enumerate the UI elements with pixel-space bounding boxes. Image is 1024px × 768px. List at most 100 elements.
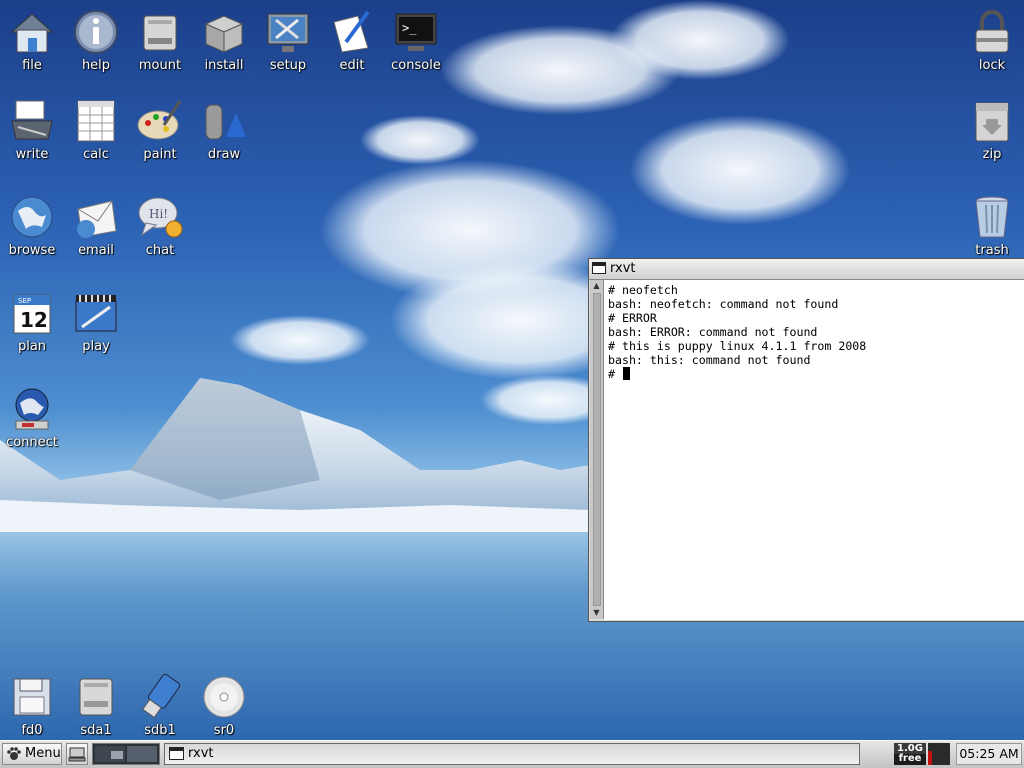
terminal-prompt: #	[608, 367, 622, 381]
desktop-icon-sr0[interactable]: sr0	[192, 673, 256, 738]
window-title: rxvt	[610, 261, 636, 276]
globe-icon	[0, 193, 64, 241]
desktop-icon-install[interactable]: install	[192, 8, 256, 73]
terminal-scrollbar[interactable]: ▲ ▼	[590, 280, 604, 619]
desktop-icon-edit[interactable]: edit	[320, 8, 384, 73]
desktop-icon-label: edit	[339, 58, 365, 73]
svg-text:12: 12	[20, 308, 48, 332]
svg-text:>_: >_	[402, 21, 417, 35]
desktop-icon-label: trash	[975, 243, 1009, 258]
paw-icon	[7, 747, 21, 760]
desktop-icon-mount[interactable]: mount	[128, 8, 192, 73]
text-cursor	[622, 367, 630, 380]
terminal-line: bash: neofetch: command not found	[608, 297, 839, 311]
scrollbar-track[interactable]	[593, 293, 601, 606]
desktop-icon-sda1[interactable]: sda1	[64, 673, 128, 738]
scroll-up-arrow-icon[interactable]: ▲	[591, 281, 602, 291]
chat-bubble-icon: Hi!	[128, 193, 192, 241]
desktop-icon-file[interactable]: file	[0, 8, 64, 73]
desktop-icon-label: email	[78, 243, 114, 258]
workspace-pager[interactable]	[92, 743, 160, 765]
free-memory-indicator[interactable]: 1.0G free	[894, 743, 926, 765]
scroll-down-arrow-icon[interactable]: ▼	[591, 608, 602, 618]
desktop-icon-sdb1[interactable]: sdb1	[128, 673, 192, 738]
desktop-icon-label: sdb1	[144, 723, 176, 738]
show-desktop-button[interactable]	[66, 743, 88, 765]
desktop-icon-console[interactable]: >_console	[384, 8, 448, 73]
menu-button[interactable]: Menu	[2, 743, 62, 765]
task-label: rxvt	[188, 746, 214, 761]
desktop-icon-browse[interactable]: browse	[0, 193, 64, 258]
calendar-icon: SEP 12	[0, 289, 64, 337]
taskbar-task-rxvt[interactable]: rxvt	[164, 743, 860, 765]
media-film-icon	[64, 289, 128, 337]
desktop-icon-connect[interactable]: connect	[0, 385, 64, 450]
pen-paper-icon	[320, 8, 384, 56]
desktop-icon-label: setup	[269, 58, 307, 73]
desktop-icon-write[interactable]: write	[0, 97, 64, 162]
draw-shapes-icon	[192, 97, 256, 145]
cpu-graph[interactable]	[928, 743, 950, 765]
palette-icon	[128, 97, 192, 145]
spreadsheet-icon	[64, 97, 128, 145]
desktop-icon-label: calc	[83, 147, 109, 162]
desktop-icon-label: install	[204, 58, 244, 73]
desktop-icon-fd0[interactable]: fd0	[0, 673, 64, 738]
tools-monitor-icon	[256, 8, 320, 56]
desktop-icon-label: write	[15, 147, 49, 162]
free-memory-label: free	[898, 753, 922, 764]
desktop-icon-draw[interactable]: draw	[192, 97, 256, 162]
desktop-icon-label: browse	[8, 243, 56, 258]
workspace-1[interactable]	[95, 746, 125, 762]
floppy-icon	[0, 673, 64, 721]
desktop-icon-label: chat	[145, 243, 175, 258]
desktop-icon-trash[interactable]: trash	[960, 193, 1024, 258]
workspace-2[interactable]	[127, 746, 157, 762]
pager-window-thumbnail	[111, 751, 123, 759]
cpu-graph-bar	[928, 751, 932, 765]
home-folder-icon	[0, 8, 64, 56]
taskbar: Menu rxvt 1.0G free 05:25 AM	[0, 740, 1024, 768]
optical-disc-icon	[192, 673, 256, 721]
drive-icon	[128, 8, 192, 56]
desktop-icon-label: plan	[17, 339, 47, 354]
svg-text:Hi!: Hi!	[149, 207, 168, 221]
desktop-icon-paint[interactable]: paint	[128, 97, 192, 162]
desktop-icon-label: sr0	[213, 723, 235, 738]
desktop-icon-label: connect	[6, 435, 58, 450]
desktop-icon-play[interactable]: play	[64, 289, 128, 354]
desktop-icon-label: fd0	[21, 723, 43, 738]
svg-text:SEP: SEP	[18, 297, 31, 305]
desktop-icon-lock[interactable]: lock	[960, 8, 1024, 73]
terminal-icon: >_	[384, 8, 448, 56]
desktop-icon-label: draw	[207, 147, 241, 162]
package-box-icon	[192, 8, 256, 56]
padlock-icon	[960, 8, 1024, 56]
desktop-icon-setup[interactable]: setup	[256, 8, 320, 73]
desktop-icon-help[interactable]: help	[64, 8, 128, 73]
desktop-icon-label: help	[81, 58, 111, 73]
desktop-icon-label: console	[391, 58, 441, 73]
system-tray: 1.0G free	[892, 743, 954, 765]
desktop-icon-email[interactable]: email	[64, 193, 128, 258]
terminal-line: # ERROR	[608, 311, 657, 325]
desktop-icon-label: file	[22, 58, 42, 73]
desktop-icon-label: mount	[138, 58, 182, 73]
rxvt-window[interactable]: rxvt ▲ ▼ # neofetch bash: neofetch: comm…	[588, 258, 1024, 622]
network-globe-icon	[0, 385, 64, 433]
terminal-prompt-line[interactable]: #	[608, 367, 1022, 381]
clock[interactable]: 05:25 AM	[956, 743, 1022, 765]
typewriter-icon	[0, 97, 64, 145]
usb-stick-icon	[128, 673, 192, 721]
info-icon	[64, 8, 128, 56]
desktop-icon-label: paint	[143, 147, 177, 162]
desktop-icon-zip[interactable]: zip	[960, 97, 1024, 162]
window-titlebar[interactable]: rxvt	[589, 259, 1024, 280]
terminal-output[interactable]: # neofetch bash: neofetch: command not f…	[604, 280, 1024, 620]
desktop-icon-chat[interactable]: Hi! chat	[128, 193, 192, 258]
desktop-icon-calc[interactable]: calc	[64, 97, 128, 162]
desktop-icon-label: zip	[982, 147, 1002, 162]
harddisk-icon	[64, 673, 128, 721]
terminal-line: # neofetch	[608, 283, 678, 297]
desktop-icon-plan[interactable]: SEP 12 plan	[0, 289, 64, 354]
